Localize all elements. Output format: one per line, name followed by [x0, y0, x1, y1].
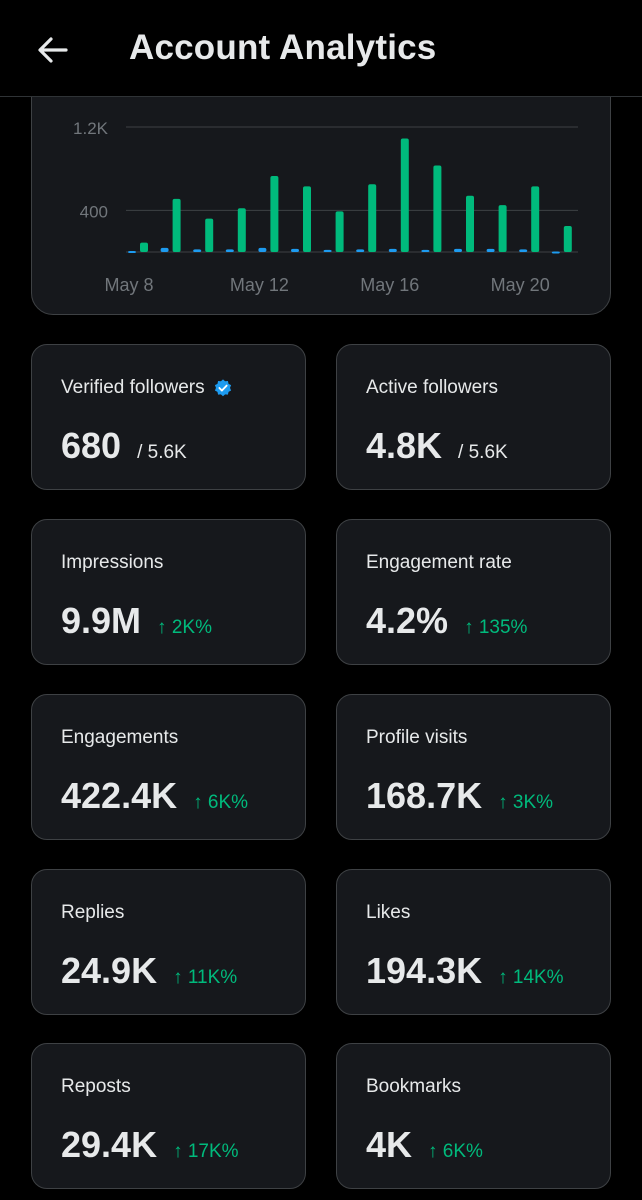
- y-tick-label: 400: [80, 202, 108, 221]
- stat-change: ↑ 14K%: [498, 967, 564, 988]
- stat-change: ↑ 11K%: [173, 967, 238, 988]
- top-app-bar: Account Analytics: [0, 0, 642, 97]
- bar-followers: [335, 211, 344, 252]
- stat-value-row: 168.7K ↑ 3K%: [366, 775, 553, 817]
- stat-card-replies[interactable]: Replies 24.9K ↑ 11K%: [31, 869, 306, 1015]
- page-title: Account Analytics: [129, 28, 437, 67]
- stat-change: ↑ 6K%: [193, 792, 249, 813]
- bar-verified: [356, 249, 365, 252]
- bar-followers: [466, 195, 474, 252]
- bar-verified: [421, 249, 430, 252]
- stat-value: 680: [61, 425, 122, 466]
- stat-card-engagements[interactable]: Engagements 422.4K ↑ 6K%: [31, 694, 306, 840]
- stat-change: ↑ 17K%: [173, 1141, 239, 1162]
- stat-card-likes[interactable]: Likes 194.3K ↑ 14K%: [336, 869, 611, 1015]
- bar-verified: [225, 249, 234, 252]
- bar-verified: [193, 249, 202, 252]
- y-tick-label: 1.2K: [73, 119, 109, 138]
- stat-label-row: Verified followers: [61, 377, 233, 399]
- x-tick-label: May 12: [230, 275, 289, 295]
- stat-label: Reposts: [61, 1076, 131, 1097]
- verified-badge-icon: [213, 378, 233, 398]
- stat-label: Impressions: [61, 552, 164, 573]
- bar-verified: [454, 248, 462, 252]
- stat-card-impressions[interactable]: Impressions 9.9M ↑ 2K%: [31, 519, 306, 665]
- bar-followers: [205, 218, 214, 252]
- bar-followers: [531, 186, 540, 252]
- followers-bar-chart: 1.2K 400 May 8 May 12 May 16 May 20: [73, 119, 578, 295]
- stat-value-row: 422.4K ↑ 6K%: [61, 775, 248, 817]
- stat-value: 194.3K: [366, 950, 483, 991]
- stat-label: Replies: [61, 902, 125, 923]
- bar-followers: [270, 175, 279, 252]
- stat-card-verified-followers[interactable]: Verified followers 680 / 5.6K: [31, 344, 306, 490]
- stat-value-row: 194.3K ↑ 14K%: [366, 950, 564, 992]
- stat-value-row: 4.8K / 5.6K: [366, 425, 508, 467]
- stat-value: 4.8K: [366, 425, 443, 466]
- bar-verified: [128, 250, 136, 253]
- stat-total: / 5.6K: [458, 442, 508, 463]
- stat-value: 9.9M: [61, 600, 142, 641]
- bar-followers: [237, 208, 246, 252]
- stat-change: ↑ 2K%: [157, 617, 212, 638]
- bar-followers: [172, 198, 181, 252]
- stat-label: Likes: [366, 902, 411, 923]
- bar-verified: [291, 248, 299, 252]
- bar-followers: [140, 242, 148, 252]
- bar-verified: [551, 251, 560, 254]
- bar-followers: [400, 138, 409, 252]
- stat-value: 4.2%: [366, 600, 449, 641]
- stat-change: ↑ 135%: [464, 617, 528, 638]
- x-tick-label: May 8: [104, 275, 153, 295]
- stat-value-row: 680 / 5.6K: [61, 425, 187, 467]
- stat-card-bookmarks[interactable]: Bookmarks 4K ↑ 6K%: [336, 1043, 611, 1189]
- stat-change: ↑ 6K%: [428, 1141, 483, 1162]
- stat-card-reposts[interactable]: Reposts 29.4K ↑ 17K%: [31, 1043, 306, 1189]
- stat-card-engagement-rate[interactable]: Engagement rate 4.2% ↑ 135%: [336, 519, 611, 665]
- stat-label: Verified followers: [61, 377, 205, 398]
- bar-followers: [303, 186, 311, 252]
- stat-card-active-followers[interactable]: Active followers 4.8K / 5.6K: [336, 344, 611, 490]
- stat-value: 4K: [366, 1124, 413, 1165]
- stat-label: Engagement rate: [366, 552, 512, 573]
- stat-total: / 5.6K: [137, 442, 187, 463]
- stat-value-row: 24.9K ↑ 11K%: [61, 950, 237, 992]
- bar-verified: [519, 249, 528, 252]
- stat-card-profile-visits[interactable]: Profile visits 168.7K ↑ 3K%: [336, 694, 611, 840]
- bar-followers: [368, 184, 377, 252]
- arrow-left-icon: [38, 37, 68, 63]
- stat-value: 168.7K: [366, 775, 483, 816]
- followers-chart-card: 1.2K 400 May 8 May 12 May 16 May 20: [31, 60, 611, 315]
- bar-verified: [258, 247, 267, 252]
- bar-followers: [433, 165, 442, 252]
- bar-followers: [498, 205, 507, 252]
- bar-verified: [486, 248, 495, 252]
- stat-value: 422.4K: [61, 775, 178, 816]
- bar-followers: [563, 225, 572, 252]
- stat-value-row: 29.4K ↑ 17K%: [61, 1124, 239, 1166]
- bar-verified: [388, 248, 397, 252]
- bar-verified: [323, 249, 332, 252]
- stat-value: 24.9K: [61, 950, 158, 991]
- x-tick-label: May 16: [360, 275, 419, 295]
- x-tick-label: May 20: [491, 275, 550, 295]
- stat-label: Profile visits: [366, 727, 468, 748]
- stat-change: ↑ 3K%: [498, 792, 554, 813]
- stat-value-row: 4.2% ↑ 135%: [366, 600, 527, 642]
- stat-label: Active followers: [366, 377, 498, 398]
- back-button[interactable]: [28, 26, 76, 74]
- stat-value-row: 9.9M ↑ 2K%: [61, 600, 212, 642]
- stat-value: 29.4K: [61, 1124, 158, 1165]
- bar-verified: [160, 247, 169, 252]
- stat-label: Engagements: [61, 727, 179, 748]
- stat-label: Bookmarks: [366, 1076, 462, 1097]
- stat-value-row: 4K ↑ 6K%: [366, 1124, 483, 1166]
